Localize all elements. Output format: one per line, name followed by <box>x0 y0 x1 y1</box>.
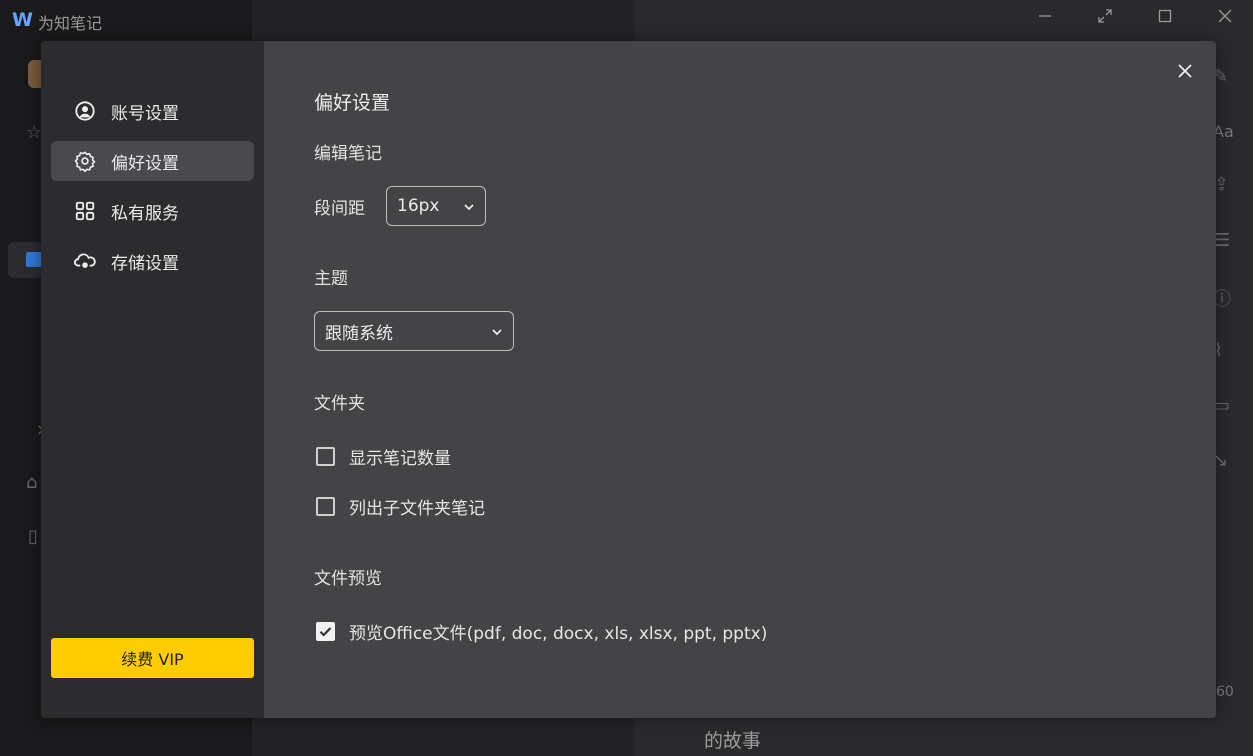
word-count: 60 <box>1216 684 1234 700</box>
minimize-icon <box>1039 15 1051 17</box>
show-note-count-label: 显示笔记数量 <box>349 449 451 469</box>
nav-storage-settings[interactable]: 存储设置 <box>51 241 254 281</box>
renew-vip-button[interactable]: 续费 VIP <box>51 638 254 678</box>
page-title: 偏好设置 <box>314 92 391 114</box>
dialog-close-button[interactable] <box>1172 58 1198 84</box>
grid-apps-icon <box>75 201 95 221</box>
preview-office-checkbox[interactable] <box>316 622 335 641</box>
font-icon: Aa <box>1213 122 1234 141</box>
outline-icon: ☰ <box>1214 230 1231 251</box>
nav-preferences[interactable]: 偏好设置 <box>51 141 254 181</box>
preview-office-option[interactable]: 预览Office文件(pdf, doc, docx, xls, xlsx, pp… <box>316 619 767 644</box>
note-text: 的故事 <box>704 730 762 752</box>
expand-icon <box>1098 9 1112 23</box>
section-edit-notes: 编辑笔记 <box>314 144 382 164</box>
section-file-preview: 文件预览 <box>314 569 382 589</box>
maximize-icon <box>1158 9 1172 23</box>
star-icon: ☆ <box>26 122 43 143</box>
tag-icon: ⌂ <box>26 472 38 493</box>
window-close-button[interactable] <box>1205 2 1245 30</box>
close-icon <box>1178 64 1192 78</box>
nav-private-service[interactable]: 私有服务 <box>51 191 254 231</box>
settings-dialog: 账号设置 偏好设置 私有服务 存储设置 续费 VIP 偏好设置 编辑笔记 段间距… <box>41 41 1216 718</box>
checkmark-icon <box>319 627 332 637</box>
chevron-down-icon <box>492 329 502 336</box>
maximize-button[interactable] <box>1145 2 1185 30</box>
paragraph-spacing-select[interactable]: 16px <box>386 186 486 226</box>
show-note-count-option[interactable]: 显示笔记数量 <box>316 444 451 469</box>
list-subfolder-notes-checkbox[interactable] <box>316 497 335 516</box>
theme-select[interactable]: 跟随系统 <box>314 311 514 351</box>
app-logo: W <box>12 9 33 31</box>
section-theme: 主题 <box>314 269 348 289</box>
settings-sidebar: 账号设置 偏好设置 私有服务 存储设置 续费 VIP <box>41 41 264 718</box>
nav-label: 偏好设置 <box>111 153 179 174</box>
cloud-storage-icon <box>74 253 96 268</box>
nav-label: 存储设置 <box>111 253 179 274</box>
fullscreen-button[interactable] <box>1085 2 1125 30</box>
show-note-count-checkbox[interactable] <box>316 447 335 466</box>
paragraph-spacing-value: 16px <box>397 196 440 216</box>
share-icon: ⇪ <box>1214 174 1230 195</box>
close-icon <box>1218 9 1232 23</box>
list-subfolder-notes-option[interactable]: 列出子文件夹笔记 <box>316 494 485 519</box>
background-folder-item <box>8 242 44 278</box>
gear-icon <box>74 151 96 172</box>
list-subfolder-notes-label: 列出子文件夹笔记 <box>349 499 485 519</box>
chevron-down-icon <box>464 204 474 211</box>
nav-label: 账号设置 <box>111 103 179 124</box>
trash-icon: ▯ <box>28 526 38 547</box>
nav-label: 私有服务 <box>111 203 179 224</box>
minimize-button[interactable] <box>1025 2 1065 30</box>
user-circle-icon <box>75 101 95 121</box>
nav-account-settings[interactable]: 账号设置 <box>51 91 254 131</box>
section-folder: 文件夹 <box>314 394 365 414</box>
theme-value: 跟随系统 <box>325 323 393 344</box>
title-bar: W 为知笔记 <box>0 0 1253 41</box>
preview-office-label: 预览Office文件(pdf, doc, docx, xls, xlsx, pp… <box>349 624 768 644</box>
app-title: 为知笔记 <box>38 14 103 33</box>
paragraph-spacing-label: 段间距 <box>314 199 365 219</box>
